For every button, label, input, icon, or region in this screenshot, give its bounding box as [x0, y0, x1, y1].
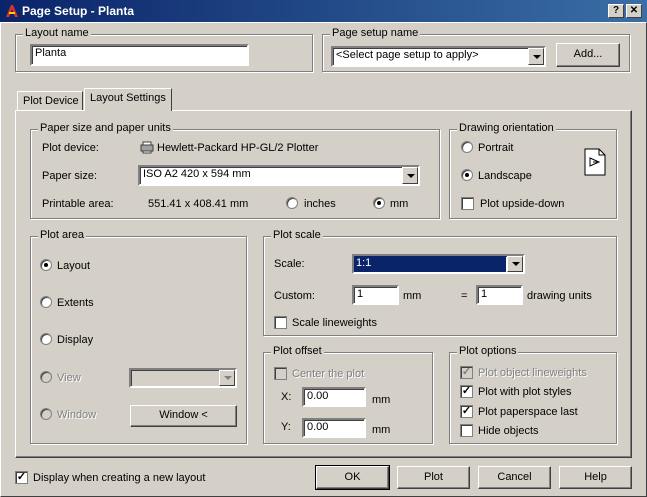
paper-size-label: Paper size: [42, 170, 98, 182]
chevron-down-icon[interactable] [528, 48, 544, 65]
printable-area-label: Printable area: [42, 198, 114, 210]
layout-name-label: Layout name [23, 27, 91, 39]
upside-down-checkbox[interactable] [461, 197, 474, 210]
landscape-radio[interactable] [461, 169, 473, 181]
drawing-orientation-label: Drawing orientation [457, 122, 556, 134]
display-radio-label: Display [57, 334, 94, 346]
scale-select-value: 1:1 [354, 256, 506, 272]
chevron-down-icon[interactable] [402, 167, 418, 184]
inches-label: inches [304, 198, 336, 210]
layout-name-input[interactable]: Planta [30, 44, 249, 66]
offset-x-unit: mm [372, 394, 391, 406]
mm-label: mm [390, 198, 409, 210]
chevron-down-icon[interactable] [219, 370, 235, 386]
paper-size-group-label: Paper size and paper units [38, 122, 173, 134]
layout-radio-label: Layout [57, 260, 91, 272]
custom-label: Custom: [274, 290, 315, 302]
display-radio[interactable] [40, 333, 52, 345]
window-radio-label: Window [57, 409, 97, 421]
ok-button[interactable]: OK [315, 465, 390, 490]
plot-device-value: Hewlett-Packard HP-GL/2 Plotter [157, 142, 319, 154]
help-button[interactable]: Help [559, 466, 632, 489]
add-button[interactable]: Add... [556, 43, 620, 67]
window-radio[interactable] [40, 408, 52, 420]
scale-select[interactable]: 1:1 [352, 254, 525, 274]
display-new-layout-label: Display when creating a new layout [33, 472, 206, 484]
equals-sign: = [461, 290, 468, 302]
paper-size-select-value: ISO A2 420 x 594 mm [143, 168, 251, 180]
display-new-layout-checkbox[interactable]: ✓ [15, 471, 28, 484]
plot-options-label: Plot options [457, 345, 519, 357]
page-setup-select[interactable]: <Select page setup to apply> [331, 46, 546, 67]
plot-scale-label: Plot scale [271, 229, 323, 241]
plot-styles-checkbox[interactable]: ✓ [460, 385, 473, 398]
hide-objects-checkbox[interactable] [460, 424, 473, 437]
offset-y-unit: mm [372, 424, 391, 436]
cancel-button[interactable]: Cancel [478, 466, 551, 489]
chevron-down-icon[interactable] [507, 256, 523, 272]
view-select[interactable] [129, 368, 237, 388]
paper-size-select[interactable]: ISO A2 420 x 594 mm [138, 165, 420, 186]
printable-area-value: 551.41 x 408.41 mm [148, 198, 249, 210]
custom-units-input[interactable]: 1 [476, 285, 523, 305]
page-setup-select-value: <Select page setup to apply> [336, 49, 479, 61]
plot-device-label: Plot device: [42, 142, 99, 154]
upside-down-label: Plot upside-down [480, 198, 565, 210]
window-title: Page Setup - Planta [22, 4, 135, 18]
landscape-page-icon [584, 148, 606, 176]
view-radio[interactable] [40, 371, 52, 383]
center-plot-label: Center the plot [292, 368, 365, 380]
custom-mm-input[interactable]: 1 [352, 285, 399, 305]
extents-radio-label: Extents [57, 297, 94, 309]
mm-radio[interactable] [373, 197, 385, 209]
page-setup-name-label: Page setup name [330, 27, 421, 39]
inches-radio[interactable] [286, 197, 298, 209]
scale-lineweights-checkbox[interactable] [274, 316, 287, 329]
portrait-radio[interactable] [461, 141, 473, 153]
tab-layout-settings[interactable]: Layout Settings [84, 88, 172, 111]
drawing-units-label: drawing units [527, 290, 592, 302]
plotter-icon [140, 141, 154, 154]
window-pick-button[interactable]: Window < [130, 405, 237, 427]
scale-lineweights-label: Scale lineweights [292, 317, 377, 329]
plot-area-label: Plot area [38, 229, 87, 241]
plot-button[interactable]: Plot [397, 466, 470, 489]
plot-styles-label: Plot with plot styles [478, 386, 572, 398]
plot-offset-label: Plot offset [271, 345, 324, 357]
offset-x-label: X: [281, 391, 292, 403]
paperspace-last-label: Plot paperspace last [478, 406, 578, 418]
center-plot-checkbox[interactable] [274, 367, 287, 380]
custom-mm-unit: mm [403, 290, 422, 302]
object-lineweights-checkbox[interactable]: ✓ [460, 366, 473, 379]
tab-plot-device[interactable]: Plot Device [17, 91, 83, 111]
offset-x-input[interactable]: 0.00 [302, 387, 366, 407]
scale-label: Scale: [274, 258, 305, 270]
close-title-button[interactable]: ✕ [626, 4, 642, 18]
offset-y-input[interactable]: 0.00 [302, 418, 366, 438]
hide-objects-label: Hide objects [478, 425, 539, 437]
object-lineweights-label: Plot object lineweights [478, 367, 587, 379]
offset-y-label: Y: [281, 421, 291, 433]
paperspace-last-checkbox[interactable]: ✓ [460, 405, 473, 418]
extents-radio[interactable] [40, 296, 52, 308]
layout-radio[interactable] [40, 259, 52, 271]
title-bar[interactable]: Page Setup - Planta ? ✕ [0, 0, 647, 22]
portrait-label: Portrait [478, 142, 514, 154]
landscape-label: Landscape [478, 170, 532, 182]
view-radio-label: View [57, 372, 81, 384]
help-title-button[interactable]: ? [608, 4, 624, 18]
autocad-app-icon [6, 5, 18, 17]
